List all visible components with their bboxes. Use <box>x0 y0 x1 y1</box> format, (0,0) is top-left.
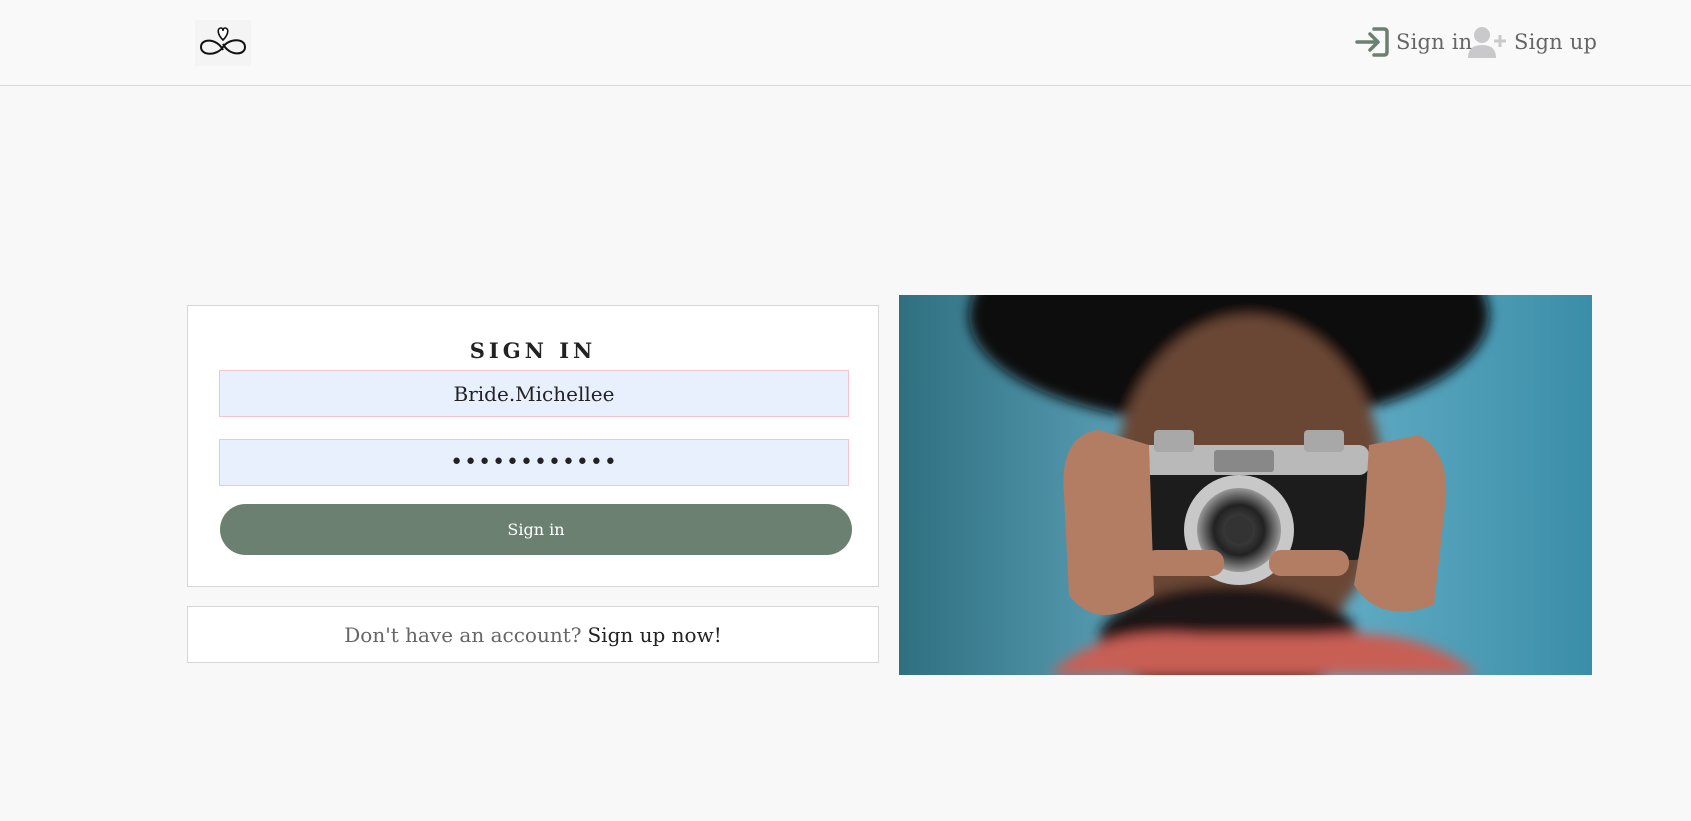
signup-prompt-card: Don't have an account? Sign up now! <box>187 606 879 663</box>
user-plus-icon <box>1468 27 1506 58</box>
username-input[interactable] <box>219 370 849 417</box>
signin-title: SIGN IN <box>469 338 597 363</box>
signup-prompt-text: Don't have an account? <box>344 622 582 647</box>
nav-signin-link[interactable]: Sign in <box>1354 22 1472 62</box>
person-holding-camera-photo <box>899 295 1592 675</box>
signin-submit-button[interactable]: Sign in <box>220 504 852 555</box>
nav-signup-label: Sign up <box>1514 30 1598 54</box>
top-navbar: Sign in Sign up <box>0 0 1691 86</box>
sign-in-arrow-icon <box>1355 27 1389 57</box>
signup-now-link[interactable]: Sign up now! <box>587 623 721 647</box>
password-input[interactable] <box>219 439 849 486</box>
infinity-heart-logo[interactable] <box>195 20 251 66</box>
nav-signin-label: Sign in <box>1396 30 1473 54</box>
nav-signup-link[interactable]: Sign up <box>1466 22 1597 62</box>
signin-card: SIGN IN Sign in <box>187 305 879 587</box>
